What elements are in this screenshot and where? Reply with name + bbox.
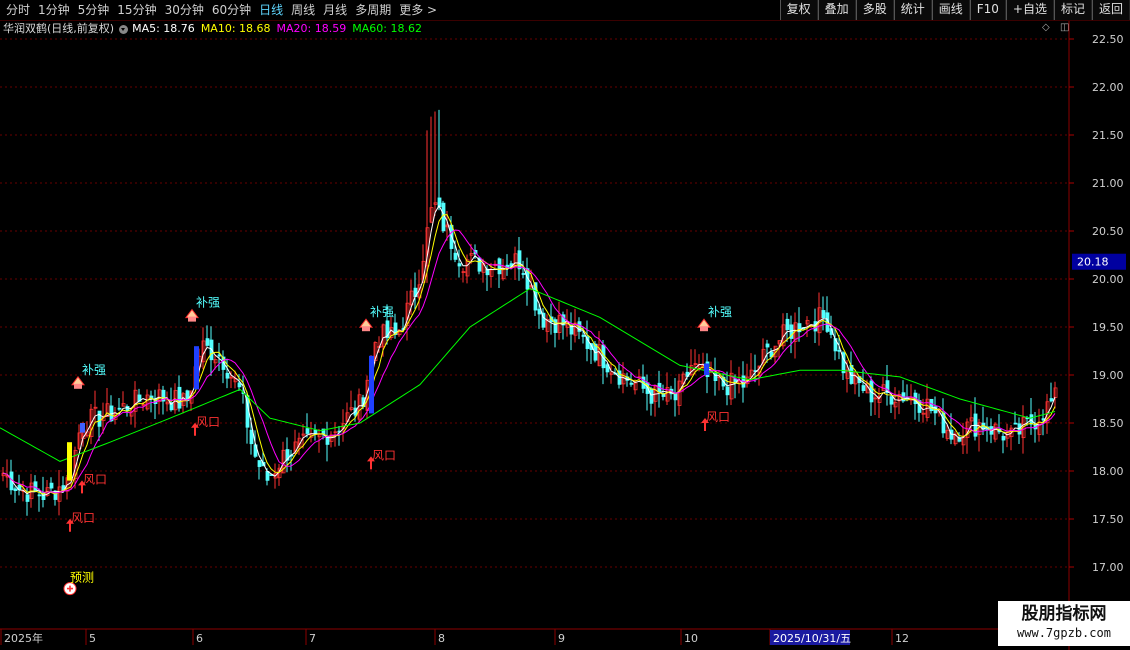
month-label: 12: [895, 632, 909, 645]
candle-body: [581, 334, 586, 337]
ma10-line: [2, 214, 1056, 495]
signal-bar: [369, 355, 374, 414]
candle-body: [673, 393, 678, 401]
candle-body: [25, 494, 30, 502]
candle-body: [889, 396, 894, 405]
house-icon: [185, 308, 199, 319]
price-tick-label: 21.50: [1092, 129, 1124, 142]
candle-body: [453, 252, 458, 260]
candle-body: [257, 460, 262, 467]
candle-body: [97, 410, 102, 427]
candle-body: [249, 429, 254, 445]
buchang-label: 补强: [708, 305, 732, 319]
candle-body: [37, 494, 42, 497]
candle-body: [725, 386, 730, 396]
month-label: 2025年: [4, 631, 43, 645]
candle-body: [265, 470, 270, 481]
month-label: 5: [89, 632, 96, 645]
candle-body: [457, 263, 462, 267]
candle-body: [437, 197, 442, 208]
buchang-label: 补强: [196, 296, 220, 310]
candle-body: [1029, 414, 1034, 425]
price-tick-label: 17.50: [1092, 513, 1124, 526]
fengkou-label: 风口: [196, 415, 220, 429]
price-tick-label: 19.00: [1092, 369, 1124, 382]
price-tick-label: 17.00: [1092, 561, 1124, 574]
house-icon: [71, 375, 85, 386]
candle-body: [517, 250, 522, 270]
candle-body: [1013, 422, 1018, 425]
signal-bar: [80, 423, 85, 433]
date-cursor-label: 2025/10/31/五: [773, 632, 851, 645]
candle-body: [225, 372, 230, 379]
fengkou-label: 风口: [83, 472, 107, 486]
fengkou-label: 风口: [706, 410, 730, 424]
price-tick-label: 18.50: [1092, 417, 1124, 430]
candle-body: [765, 343, 770, 348]
signal-bar: [67, 442, 72, 481]
month-label: 10: [684, 632, 698, 645]
signal-bar: [704, 363, 709, 375]
house-icon-base: [700, 326, 708, 332]
watermark-title: 股朋指标网: [1021, 604, 1107, 624]
watermark-url: www.7gpzb.com: [1017, 626, 1111, 640]
candle-body: [1001, 435, 1006, 441]
house-icon-base: [188, 316, 196, 322]
candle-body: [497, 258, 502, 275]
candle-body: [13, 488, 18, 491]
fengkou-label: 风口: [71, 511, 95, 525]
candle-body: [205, 338, 210, 346]
fengkou-label: 风口: [372, 448, 396, 462]
buchang-label: 补强: [370, 305, 394, 319]
candle-body: [33, 481, 38, 492]
signal-bar: [194, 346, 199, 390]
watermark-badge: 股朋指标网 www.7gpzb.com: [998, 601, 1130, 646]
candle-body: [117, 407, 122, 410]
price-tick-label: 22.50: [1092, 33, 1124, 46]
month-label: 9: [558, 632, 565, 645]
house-icon-base: [74, 383, 82, 389]
month-label: 6: [196, 632, 203, 645]
candle-body: [821, 310, 826, 319]
candle-body: [49, 482, 54, 489]
price-tick-label: 20.00: [1092, 273, 1124, 286]
house-icon: [697, 318, 711, 328]
month-label: 8: [438, 632, 445, 645]
house-icon-base: [362, 326, 370, 332]
price-tick-label: 20.50: [1092, 225, 1124, 238]
candle-body: [629, 382, 634, 385]
month-label: 7: [309, 632, 316, 645]
candle-body: [553, 319, 558, 333]
price-tick-label: 18.00: [1092, 465, 1124, 478]
candle-body: [649, 388, 654, 404]
ma5-line: [2, 204, 1056, 496]
current-price-label: 20.18: [1077, 256, 1109, 269]
price-tick-label: 21.00: [1092, 177, 1124, 190]
kline-chart[interactable]: 22.50 22.00 21.50 21.00 20.50 20.00 19.50 19.00…: [0, 0, 1130, 650]
candle-body: [305, 428, 310, 434]
price-tick-label: 19.50: [1092, 321, 1124, 334]
yuce-label: 预测: [70, 571, 94, 585]
candle-body: [785, 318, 790, 330]
buchang-label: 补强: [82, 363, 106, 377]
price-tick-label: 22.00: [1092, 81, 1124, 94]
candle-body: [177, 386, 182, 409]
candle-body: [1049, 398, 1054, 402]
house-icon: [359, 318, 373, 328]
candle-body: [521, 273, 526, 275]
candle-body: [861, 385, 866, 391]
